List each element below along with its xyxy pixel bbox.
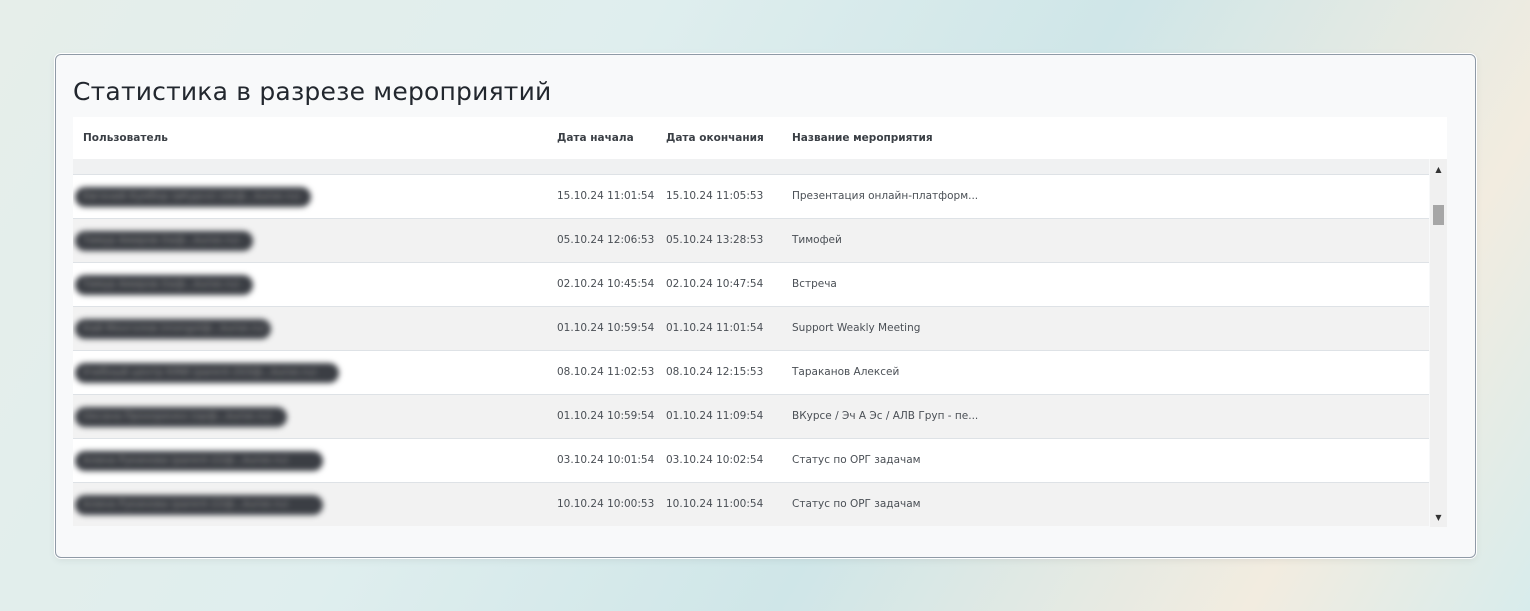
end-date-cell: 05.10.24 13:28:53 <box>666 234 764 246</box>
start-date-cell: 01.10.24 10:59:54 <box>557 322 655 334</box>
user-cell-redacted: Алина Рукинова (parent-22@...kurse.ru) <box>75 451 323 471</box>
column-header-end-date[interactable]: Дата окончания <box>666 132 764 144</box>
event-name-cell: ВКурсе / Эч А Эс / АЛВ Груп - пе... <box>792 410 979 422</box>
column-header-start-date[interactable]: Дата начала <box>557 132 634 144</box>
scroll-down-arrow-icon[interactable]: ▼ <box>1430 511 1447 525</box>
end-date-cell: 03.10.24 10:02:54 <box>666 454 764 466</box>
table-row[interactable]: Евгений Кумбор (вКурсе) (ek@...kurse.ru)… <box>73 174 1429 218</box>
user-cell-redacted: Тимур Амиров (ta@...kurse.ru) <box>75 275 253 295</box>
end-date-cell: 08.10.24 12:15:53 <box>666 366 764 378</box>
user-cell-redacted: Оксана Прохоренко (op@...kurse.ru) <box>75 407 287 427</box>
user-cell-redacted: Тимур Амиров (ta@...kurse.ru) <box>75 231 253 251</box>
column-header-event-name[interactable]: Название мероприятия <box>792 132 933 144</box>
event-name-cell: Презентация онлайн-платформ... <box>792 190 979 202</box>
table-scrollbar[interactable]: ▲ ▼ <box>1430 159 1447 527</box>
scrollbar-thumb[interactable] <box>1433 205 1444 225</box>
table-row[interactable]: Оксана Прохоренко (op@...kurse.ru) 01.10… <box>73 394 1429 438</box>
scroll-up-arrow-icon[interactable]: ▲ <box>1430 163 1447 177</box>
event-name-cell: Статус по ОРГ задачам <box>792 454 921 466</box>
table-row[interactable]: Алина Рукинова (parent-22@...kurse.ru) 0… <box>73 438 1429 482</box>
events-table: Пользователь Дата начала Дата окончания … <box>73 117 1447 527</box>
end-date-cell: 10.10.24 11:00:54 <box>666 498 764 510</box>
end-date-cell: 01.10.24 11:09:54 <box>666 410 764 422</box>
table-spacer-row <box>73 159 1429 175</box>
event-name-cell: Support Weakly Meeting <box>792 322 921 334</box>
start-date-cell: 10.10.24 10:00:53 <box>557 498 655 510</box>
event-name-cell: Тараканов Алексей <box>792 366 900 378</box>
table-row[interactable]: Тимур Амиров (ta@...kurse.ru) 02.10.24 1… <box>73 262 1429 306</box>
user-cell-redacted: Кай Монголов (mongol@...kurse.ru) <box>75 319 271 339</box>
end-date-cell: 15.10.24 11:05:53 <box>666 190 764 202</box>
start-date-cell: 02.10.24 10:45:54 <box>557 278 655 290</box>
user-cell-redacted: Евгений Кумбор (вКурсе) (ek@...kurse.ru) <box>75 187 311 207</box>
user-cell-redacted: Учебный центр КМИ (parent-203@...kurse.r… <box>75 363 339 383</box>
start-date-cell: 08.10.24 11:02:53 <box>557 366 655 378</box>
start-date-cell: 15.10.24 11:01:54 <box>557 190 655 202</box>
card-title: Статистика в разрезе мероприятий <box>73 77 552 106</box>
column-header-user[interactable]: Пользователь <box>83 132 168 144</box>
event-name-cell: Тимофей <box>792 234 842 246</box>
statistics-card: Статистика в разрезе мероприятий Пользов… <box>55 54 1476 558</box>
start-date-cell: 01.10.24 10:59:54 <box>557 410 655 422</box>
end-date-cell: 02.10.24 10:47:54 <box>666 278 764 290</box>
table-body: Евгений Кумбор (вКурсе) (ek@...kurse.ru)… <box>73 174 1429 526</box>
table-row[interactable]: Кай Монголов (mongol@...kurse.ru) 01.10.… <box>73 306 1429 350</box>
user-cell-redacted: Алина Рукинова (parent-22@...kurse.ru) <box>75 495 323 515</box>
table-row[interactable]: Алина Рукинова (parent-22@...kurse.ru) 1… <box>73 482 1429 526</box>
page-background: Статистика в разрезе мероприятий Пользов… <box>0 0 1530 611</box>
start-date-cell: 03.10.24 10:01:54 <box>557 454 655 466</box>
start-date-cell: 05.10.24 12:06:53 <box>557 234 655 246</box>
table-row[interactable]: Учебный центр КМИ (parent-203@...kurse.r… <box>73 350 1429 394</box>
event-name-cell: Встреча <box>792 278 837 290</box>
table-header: Пользователь Дата начала Дата окончания … <box>73 117 1447 159</box>
table-row[interactable]: Тимур Амиров (ta@...kurse.ru) 05.10.24 1… <box>73 218 1429 262</box>
event-name-cell: Статус по ОРГ задачам <box>792 498 921 510</box>
end-date-cell: 01.10.24 11:01:54 <box>666 322 764 334</box>
